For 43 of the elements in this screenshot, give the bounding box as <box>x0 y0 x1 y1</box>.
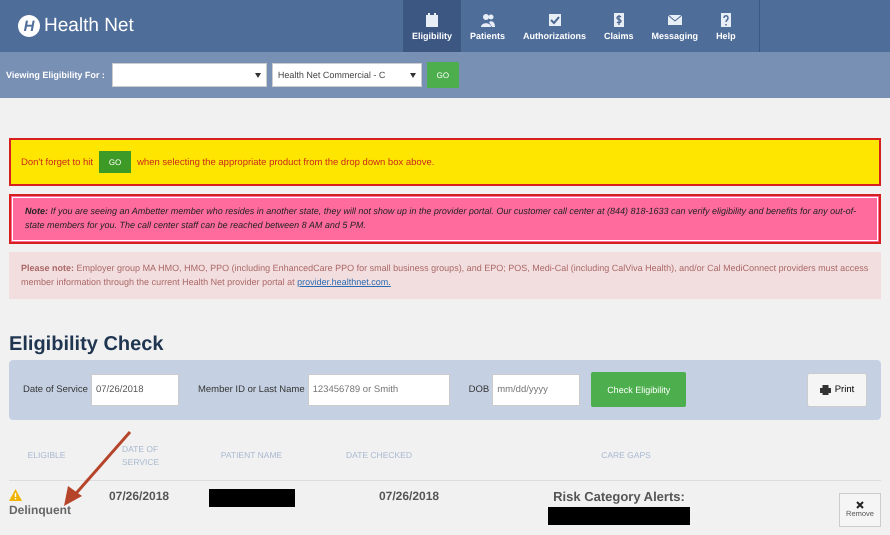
check-icon <box>546 12 563 28</box>
go-button[interactable]: GO <box>426 62 459 88</box>
nav-tab[interactable]: Messaging <box>642 0 708 52</box>
product-select[interactable]: Health Net Commercial - C <box>272 63 422 87</box>
nav-tab[interactable]: Eligibility <box>403 0 462 52</box>
field-label: DOB <box>468 384 490 396</box>
note-text: Note: If you are seeing an Ambetter member who resides in another state, they will not show up in the provider portal. Our customer call center at (844) 818-1633 can verify eligibility and benefits for any out-of-state members for you. The call center staff can be reached between 8 AM and 5 PM. <box>25 206 856 230</box>
nav-tab[interactable]: Help <box>707 0 745 52</box>
column-header: DATE OF SERVICE <box>122 442 160 468</box>
table-cell-text: 07/26/2018 <box>379 488 440 503</box>
section-heading: Eligibility Check <box>9 332 164 356</box>
member-select[interactable] <box>112 63 267 87</box>
table-cell: Risk Category Alerts: <box>553 488 685 504</box>
column-header: DATE CHECKED <box>345 449 413 462</box>
check-eligibility-button[interactable]: Check Eligibility <box>591 372 686 408</box>
logo-text: Health Net <box>44 15 134 37</box>
nav-tab[interactable]: Authorizations <box>514 0 596 52</box>
go-button[interactable]: GO <box>99 151 132 173</box>
nav-tab[interactable]: Patients <box>461 0 514 52</box>
column-header: ELIGIBLE <box>26 449 66 462</box>
reminder-text: when selecting the appropriate product from the drop down box above. <box>137 156 434 168</box>
dropdown-caret-icon <box>254 72 261 78</box>
nav-tab[interactable]: Claims <box>595 0 643 52</box>
print-button[interactable]: Print <box>807 372 867 407</box>
portal-link[interactable]: provider.healthnet.com. <box>297 277 391 288</box>
input-field[interactable]: mm/dd/yyyy <box>492 374 580 406</box>
field-label: Member ID or Last Name <box>198 384 305 396</box>
column-header: CARE GAPS <box>600 449 652 462</box>
info-text: Please note: Employer group MA HMO, HMO, PPO (including EnhancedCare PPO for small business groups), and EPO; POS, Medi-Cal (including CalViva Health), and/or Cal MediConnect providers must access member information through the current Health Net provider portal at provider.healthnet.com. <box>21 262 868 288</box>
reminder-text: Don't forget to hit <box>21 156 94 168</box>
status-text: Delinquent <box>9 502 72 517</box>
input-field[interactable]: 123456789 or Smith <box>308 374 450 406</box>
column-header: PATIENT NAME <box>220 449 284 462</box>
table-cell-text: 07/26/2018 <box>109 488 170 503</box>
field-label: Date of Service <box>23 384 88 396</box>
input-field[interactable]: 07/26/2018 <box>90 374 179 406</box>
filter-label: Viewing Eligibility For : <box>6 70 105 80</box>
dropdown-caret-icon <box>410 72 416 78</box>
close-icon <box>856 501 864 510</box>
people-icon <box>480 12 496 28</box>
calendar-icon <box>424 12 440 28</box>
logo-icon: H <box>18 15 40 37</box>
warning-icon <box>9 488 22 501</box>
